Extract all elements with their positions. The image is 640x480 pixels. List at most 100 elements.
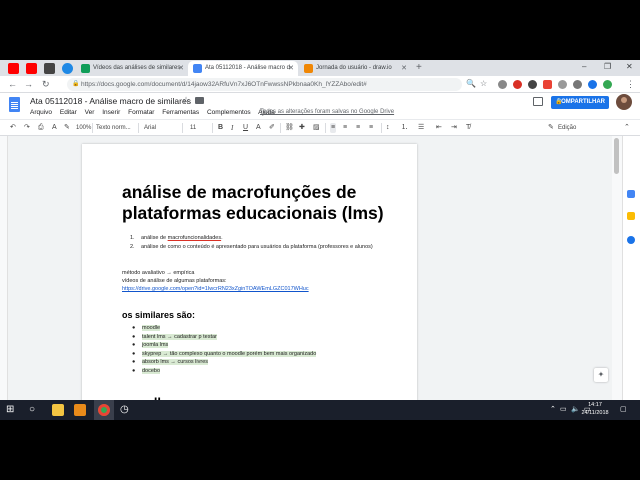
youtube-pinned-tab[interactable] [8, 63, 19, 74]
extension-icon[interactable] [498, 80, 507, 89]
vertical-scrollbar[interactable] [612, 136, 622, 400]
close-icon[interactable]: ✕ [288, 61, 294, 76]
maximize-button[interactable]: ❐ [604, 62, 611, 71]
calendar-icon[interactable] [627, 190, 635, 198]
link-icon[interactable]: ⛓ [285, 123, 294, 133]
print-icon[interactable]: ⎙ [38, 123, 44, 133]
notification-icon[interactable]: ▢ [620, 405, 627, 413]
list-item[interactable]: ● docebo [132, 367, 316, 376]
list-item[interactable]: ● moodle [132, 324, 316, 333]
document-page[interactable]: análise de macrofunções de plataformas e… [82, 144, 417, 414]
videos-link[interactable]: https://drive.google.com/open?id=1IwcrRN… [122, 285, 309, 293]
windows-start-icon[interactable]: ⊞ [6, 403, 14, 417]
bulleted-list-icon[interactable]: ☰ [418, 123, 424, 133]
extension-icon[interactable] [513, 80, 522, 89]
similares-heading[interactable]: os similares são: [122, 310, 195, 320]
extension-icon[interactable] [558, 80, 567, 89]
list-item[interactable]: 1. análise de macrofuncionalidades. [130, 234, 390, 243]
menu-formatar[interactable]: Formatar [128, 109, 154, 116]
list-item[interactable]: ● joomla lms [132, 341, 316, 350]
doc-heading[interactable]: análise de macrofunções de plataformas e… [122, 182, 402, 224]
font-select[interactable]: Arial [144, 123, 156, 133]
comment-history-icon[interactable] [533, 97, 543, 106]
chrome-icon[interactable] [98, 404, 110, 416]
menu-kebab-icon[interactable]: ⋮ [626, 79, 635, 89]
network-icon[interactable]: ▭ [560, 405, 567, 413]
chevron-up-icon[interactable]: ⌃ [550, 405, 556, 413]
highlight-icon[interactable]: ✐ [269, 123, 275, 133]
menu-ver[interactable]: Ver [85, 109, 95, 116]
clock-app-icon[interactable]: ◷ [120, 403, 129, 417]
list-item[interactable]: ● absorb lms → cursos livres [132, 358, 316, 367]
italic-icon[interactable]: I [231, 123, 233, 133]
bold-icon[interactable]: B [218, 123, 223, 133]
tab-drawio[interactable]: Jornada do usuário - draw.io ✕ [299, 61, 411, 76]
zoom-icon[interactable]: 🔍 [466, 79, 476, 89]
editing-mode-select[interactable]: Edição [558, 123, 576, 133]
tab-ata[interactable]: Ata 05112018 - Análise macro d ✕ [188, 61, 298, 76]
extension-icon[interactable] [543, 80, 552, 89]
image-icon[interactable]: ▨ [313, 123, 320, 133]
font-size-select[interactable]: 11 [190, 123, 196, 133]
keep-icon[interactable] [627, 212, 635, 220]
address-bar[interactable]: 🔒 https://docs.google.com/document/d/14j… [67, 78, 462, 91]
videos-line[interactable]: vídeos de análise de algumas plataformas… [122, 277, 227, 285]
bookmark-star-icon[interactable]: ☆ [480, 79, 487, 89]
tab-videos[interactable]: Vídeos das análises de similares ✕ [76, 61, 188, 76]
chevron-up-icon[interactable]: ⌃ [624, 123, 630, 133]
save-status[interactable]: Todas as alterações foram salvas no Goog… [260, 109, 394, 115]
app-icon[interactable] [74, 404, 86, 416]
method-line[interactable]: método avaliativo → empírica [122, 269, 194, 277]
align-left-icon[interactable]: ≡ [330, 123, 337, 133]
text-color-icon[interactable]: A [256, 123, 261, 133]
increase-indent-icon[interactable]: ⇥ [451, 123, 457, 133]
align-center-icon[interactable]: ≡ [343, 123, 347, 133]
menu-inserir[interactable]: Inserir [102, 109, 120, 116]
notion-pinned-tab[interactable] [44, 63, 55, 74]
avatar[interactable] [616, 94, 632, 110]
forward-icon[interactable]: → [24, 79, 33, 89]
align-justify-icon[interactable]: ≡ [369, 123, 373, 133]
document-title[interactable]: Ata 05112018 - Análise macro de similare… [30, 96, 191, 106]
zoom-select[interactable]: 100% [76, 123, 91, 133]
line-spacing-icon[interactable]: ↕ [386, 123, 390, 133]
clear-formatting-icon[interactable]: T̸ [466, 123, 470, 133]
paint-format-icon[interactable]: ✎ [64, 123, 70, 133]
edit-mode-icon[interactable]: ✎ [548, 123, 554, 133]
menu-complementos[interactable]: Complementos [207, 109, 251, 116]
close-window-button[interactable]: ✕ [626, 62, 633, 71]
google-docs-icon[interactable] [9, 97, 20, 112]
extension-icon[interactable] [573, 80, 582, 89]
menu-editar[interactable]: Editar [60, 109, 77, 116]
file-explorer-icon[interactable] [52, 404, 64, 416]
star-icon[interactable]: ☆ [182, 95, 190, 106]
explore-icon[interactable]: ✦ [594, 368, 608, 382]
close-icon[interactable]: ✕ [401, 61, 407, 76]
search-icon[interactable]: ○ [29, 403, 35, 417]
youtube-pinned-tab-2[interactable] [26, 63, 37, 74]
list-item[interactable]: ● skyprep → tão complexo quanto o moodle … [132, 350, 317, 359]
extension-icon[interactable] [603, 80, 612, 89]
extension-icon[interactable] [528, 80, 537, 89]
close-icon[interactable]: ✕ [178, 61, 184, 76]
back-icon[interactable]: ← [8, 79, 17, 89]
list-item[interactable]: 2. análise de como o conteúdo é apresent… [130, 243, 390, 252]
new-tab-button[interactable]: + [416, 61, 422, 75]
share-button[interactable]: 🔒 COMPARTILHAR [551, 96, 609, 109]
tasks-icon[interactable] [627, 236, 635, 244]
folder-icon[interactable] [195, 97, 204, 104]
messenger-pinned-tab[interactable] [62, 63, 73, 74]
minimize-button[interactable]: – [582, 62, 586, 71]
spellcheck-icon[interactable]: A [52, 123, 57, 133]
scrollbar-thumb[interactable] [614, 138, 619, 174]
redo-icon[interactable]: ↷ [24, 123, 30, 133]
style-select[interactable]: Texto norm... [96, 123, 131, 133]
numbered-list-icon[interactable]: ⒈ [401, 123, 408, 133]
reload-icon[interactable]: ↻ [42, 79, 50, 89]
decrease-indent-icon[interactable]: ⇤ [436, 123, 442, 133]
align-right-icon[interactable]: ≡ [356, 123, 360, 133]
extension-icon[interactable] [588, 80, 597, 89]
taskbar-clock[interactable]: 14:17 24/11/2018 [578, 402, 612, 417]
undo-icon[interactable]: ↶ [10, 123, 16, 133]
underline-icon[interactable]: U [243, 123, 248, 133]
